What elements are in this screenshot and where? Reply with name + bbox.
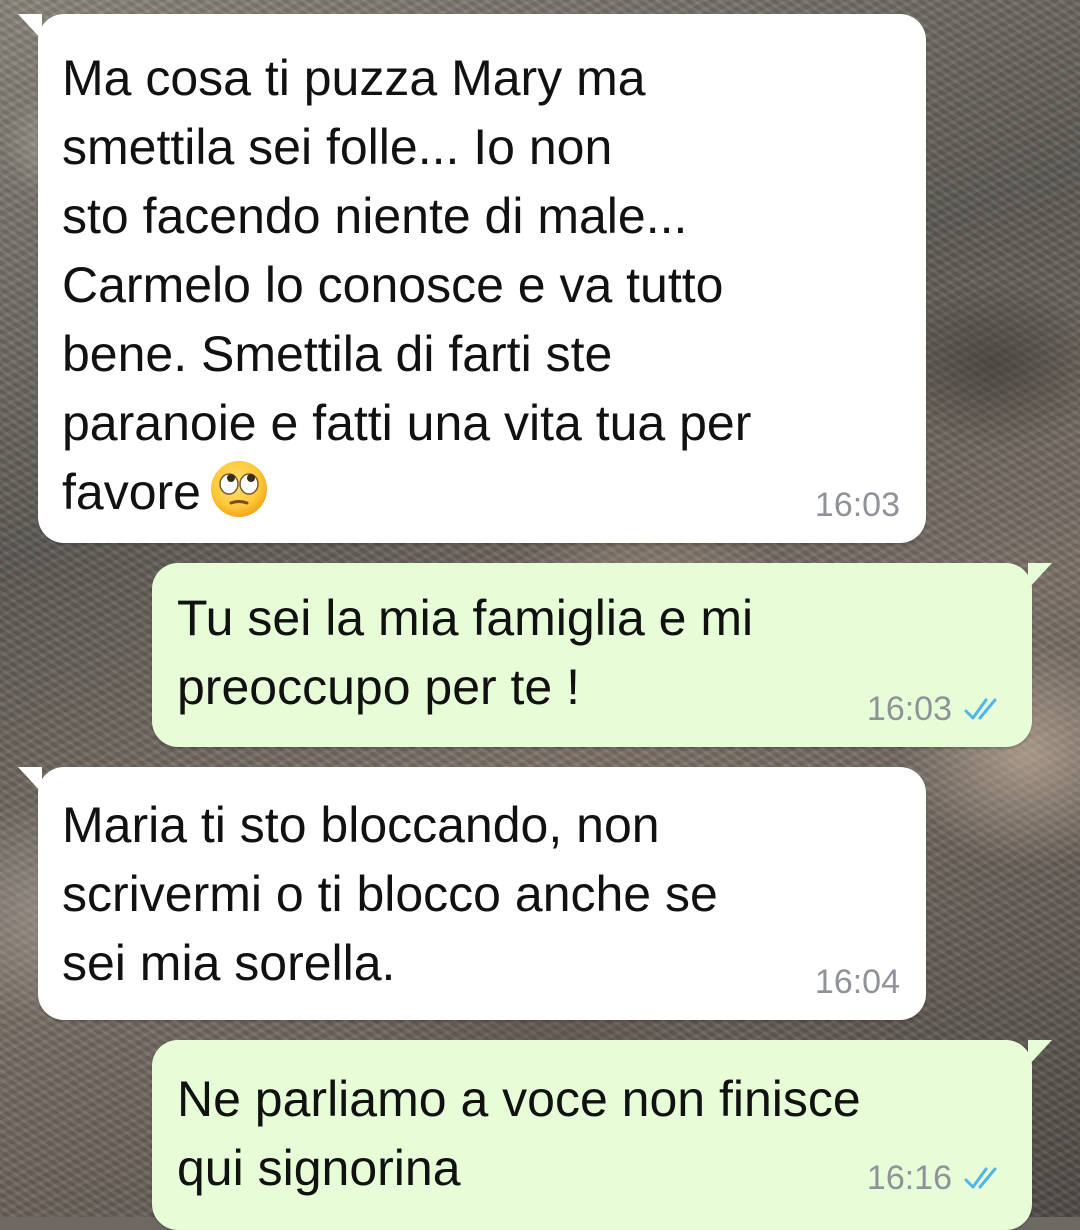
message-text: Tu sei la mia famiglia e mi preoccupo pe… <box>177 590 754 715</box>
double-check-read-icon <box>964 698 997 720</box>
message-bubble-incoming[interactable]: Ma cosa ti puzza Mary ma smettila sei fo… <box>18 14 926 543</box>
message-text: Ma cosa ti puzza Mary ma smettila sei fo… <box>62 50 752 520</box>
message-timestamp: 16:03 <box>814 486 900 524</box>
face-with-rolling-eyes-icon <box>210 461 267 517</box>
message-timestamp: 16:16 <box>866 1159 952 1197</box>
bubble-tail <box>1028 1040 1052 1066</box>
message-bubble-outgoing[interactable]: Tu sei la mia famiglia e mi preoccupo pe… <box>152 563 1052 747</box>
message-bubble-incoming[interactable]: Maria ti sto bloccando, non scrivermi o … <box>18 767 926 1020</box>
message-timestamp: 16:04 <box>814 963 900 1001</box>
bubble-tail <box>1028 563 1052 589</box>
double-check-read-icon <box>964 1167 997 1189</box>
message-bubble-outgoing[interactable]: Ne parliamo a voce non finisce qui signo… <box>152 1040 1052 1230</box>
message-meta: 16:16 <box>867 1158 1006 1198</box>
bubble-tail <box>18 767 42 793</box>
message-text: Ne parliamo a voce non finisce qui signo… <box>177 1071 861 1196</box>
message-timestamp: 16:03 <box>866 690 952 728</box>
message-meta: 16:04 <box>815 962 900 1002</box>
bubble-tail <box>18 14 42 40</box>
message-meta: 16:03 <box>867 689 1006 729</box>
message-text: Maria ti sto bloccando, non scrivermi o … <box>62 797 718 991</box>
message-meta: 16:03 <box>815 485 900 525</box>
